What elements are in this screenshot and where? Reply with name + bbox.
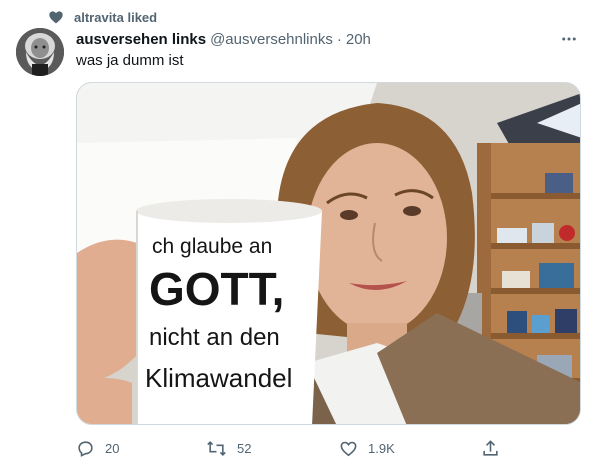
handle[interactable]: @ausversehnlinks bbox=[210, 31, 333, 48]
mug-text-line-2: GOTT, bbox=[149, 263, 284, 315]
avatar[interactable] bbox=[16, 28, 64, 76]
heart-icon bbox=[48, 9, 64, 25]
tweet-card[interactable]: altravita liked ausversehen links @ausve… bbox=[0, 0, 598, 469]
tweet-actions: 20 52 1.9K bbox=[76, 436, 516, 460]
mug-text-line-4: Klimawandel bbox=[145, 363, 292, 393]
share-button[interactable] bbox=[481, 436, 500, 460]
like-button[interactable]: 1.9K bbox=[339, 436, 395, 460]
reply-button[interactable]: 20 bbox=[76, 436, 119, 460]
more-dots-icon[interactable] bbox=[558, 28, 580, 50]
display-name[interactable]: ausversehen links bbox=[76, 31, 206, 48]
retweet-button[interactable]: 52 bbox=[206, 436, 251, 460]
social-context: altravita liked bbox=[48, 8, 157, 26]
timestamp[interactable]: 20h bbox=[346, 31, 371, 48]
like-count: 1.9K bbox=[368, 440, 395, 456]
tweet-header: ausversehen links @ausversehnlinks · 20h bbox=[76, 29, 582, 49]
reply-icon bbox=[76, 439, 95, 458]
like-heart-icon bbox=[339, 439, 358, 458]
separator-dot: · bbox=[336, 30, 342, 48]
reply-count: 20 bbox=[105, 440, 120, 456]
retweet-icon bbox=[206, 439, 227, 458]
tweet-text: was ja dumm ist bbox=[76, 52, 184, 69]
mug-text-line-1: ch glaube an bbox=[152, 235, 272, 258]
retweet-count: 52 bbox=[237, 440, 252, 456]
mug-text-line-3: nicht an den bbox=[149, 324, 280, 351]
social-context-text[interactable]: altravita liked bbox=[74, 10, 157, 25]
share-icon bbox=[481, 439, 500, 458]
tweet-photo[interactable]: ch glaube an GOTT, nicht an den Klimawan… bbox=[76, 82, 581, 425]
